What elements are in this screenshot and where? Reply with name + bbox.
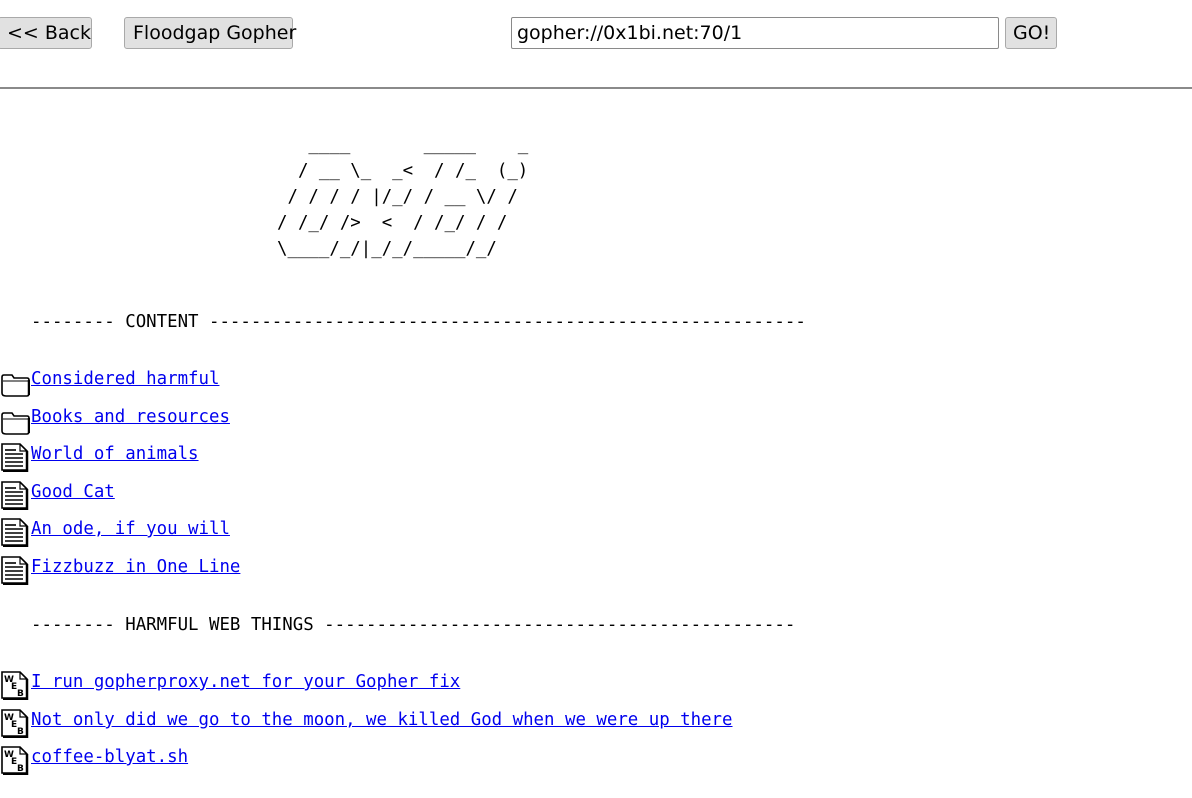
menu-link[interactable]: Fizzbuzz in One Line: [31, 556, 240, 578]
menu-link[interactable]: Good Cat: [31, 481, 115, 503]
web-link-icon: WEB: [0, 745, 30, 776]
menu-link[interactable]: Considered harmful: [31, 368, 219, 390]
text-file-icon: [0, 442, 30, 473]
back-button[interactable]: << Back: [0, 17, 92, 49]
section-header-content: -------- CONTENT -----------------------…: [31, 312, 806, 332]
svg-text:B: B: [17, 727, 24, 737]
menu-link[interactable]: I run gopherproxy.net for your Gopher fi…: [31, 671, 460, 693]
folder-icon: [0, 367, 31, 397]
folder-icon: [0, 405, 31, 435]
toolbar-divider: [0, 87, 1192, 89]
menu-link[interactable]: coffee-blyat.sh: [31, 746, 188, 768]
go-button[interactable]: GO!: [1005, 17, 1057, 49]
menu-link[interactable]: An ode, if you will: [31, 518, 230, 540]
menu-link[interactable]: Books and resources: [31, 406, 230, 428]
menu-link[interactable]: Not only did we go to the moon, we kille…: [31, 709, 733, 731]
address-input[interactable]: [511, 17, 999, 49]
ascii-banner: ____ _____ _ / __ \_ _< / /_ (_) / / / /…: [277, 135, 529, 259]
web-link-icon: WEB: [0, 708, 30, 739]
svg-text:B: B: [17, 764, 24, 774]
web-link-icon: WEB: [0, 670, 30, 701]
text-file-icon: [0, 480, 30, 511]
toolbar: << Back Floodgap Gopher GO!: [0, 0, 1192, 88]
text-file-icon: [0, 555, 30, 586]
section-header-harmful-web-things: -------- HARMFUL WEB THINGS ------------…: [31, 615, 796, 635]
text-file-icon: [0, 517, 30, 548]
menu-link[interactable]: World of animals: [31, 443, 199, 465]
svg-text:B: B: [17, 689, 24, 699]
floodgap-gopher-button[interactable]: Floodgap Gopher: [124, 17, 296, 49]
